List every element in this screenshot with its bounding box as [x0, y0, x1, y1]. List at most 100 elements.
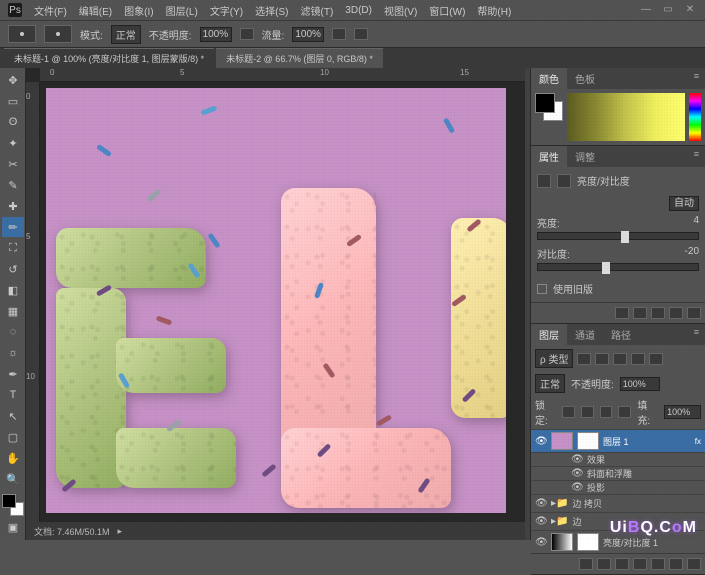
marquee-tool-icon[interactable]: ▭	[2, 91, 24, 111]
dodge-tool-icon[interactable]: ☼	[2, 343, 24, 363]
mask-icon[interactable]	[557, 174, 571, 188]
lock-pixel-icon[interactable]	[581, 406, 594, 418]
filter-adjust-icon[interactable]	[595, 353, 609, 365]
layer-name[interactable]: 边	[572, 515, 581, 528]
pressure-opacity-icon[interactable]	[240, 28, 254, 40]
tab-properties[interactable]: 属性	[531, 146, 567, 167]
menu-image[interactable]: 图象(I)	[124, 3, 153, 18]
fg-color-icon[interactable]	[2, 494, 16, 508]
hand-tool-icon[interactable]: ✋	[2, 448, 24, 468]
trash-icon[interactable]	[687, 558, 701, 570]
crop-tool-icon[interactable]: ✂	[2, 154, 24, 174]
mask-add-icon[interactable]	[615, 558, 629, 570]
menu-edit[interactable]: 编辑(E)	[79, 3, 112, 18]
group-icon[interactable]	[651, 558, 665, 570]
minimize-button[interactable]: —	[639, 2, 653, 16]
doc-tab-2[interactable]: 未标题-2 @ 66.7% (图层 0, RGB/8) *	[216, 48, 383, 68]
quickmask-icon[interactable]: ▣	[2, 517, 24, 537]
effect-bevel[interactable]: 👁斜面和浮雕	[531, 466, 705, 480]
visibility-icon[interactable]	[669, 307, 683, 319]
trash-icon[interactable]	[687, 307, 701, 319]
status-arrow-icon[interactable]: ▸	[118, 526, 123, 537]
visibility-toggle-icon[interactable]: 👁	[535, 436, 547, 447]
legacy-checkbox[interactable]	[537, 284, 547, 294]
color-swatches[interactable]	[2, 494, 24, 516]
lock-all-icon[interactable]	[618, 406, 631, 418]
close-button[interactable]: ✕	[683, 2, 697, 16]
gradient-tool-icon[interactable]: ▦	[2, 301, 24, 321]
panel-menu-icon[interactable]: ≡	[688, 324, 705, 345]
layer-name[interactable]: 亮度/对比度 1	[603, 536, 658, 549]
flow-input[interactable]: 100%	[292, 27, 324, 42]
hue-strip[interactable]	[689, 93, 701, 141]
tab-paths[interactable]: 路径	[603, 324, 639, 345]
menu-type[interactable]: 文字(Y)	[210, 3, 243, 18]
menu-file[interactable]: 文件(F)	[34, 3, 67, 18]
layer-name[interactable]: 边 拷贝	[572, 497, 602, 510]
menu-view[interactable]: 视图(V)	[384, 3, 417, 18]
filter-pixel-icon[interactable]	[577, 353, 591, 365]
zoom-tool-icon[interactable]: 🔍	[2, 469, 24, 489]
contrast-value[interactable]: -20	[685, 246, 699, 261]
shape-tool-icon[interactable]: ▢	[2, 427, 24, 447]
panel-menu-icon[interactable]: ≡	[688, 68, 705, 89]
stamp-tool-icon[interactable]: ⛶	[2, 238, 24, 258]
fx-badge[interactable]: fx	[695, 437, 701, 446]
menu-3d[interactable]: 3D(D)	[345, 5, 372, 16]
eraser-tool-icon[interactable]: ◧	[2, 280, 24, 300]
blur-tool-icon[interactable]: ◌	[2, 322, 24, 342]
blend-mode-select[interactable]: 正常	[111, 25, 141, 44]
auto-button[interactable]: 自动	[669, 196, 699, 211]
tab-adjustments[interactable]: 调整	[567, 146, 603, 167]
link-icon[interactable]	[579, 558, 593, 570]
visibility-toggle-icon[interactable]: 👁	[535, 516, 547, 527]
brightness-slider[interactable]	[537, 232, 699, 240]
opacity-input[interactable]: 100%	[200, 27, 232, 42]
clip-icon[interactable]	[615, 307, 629, 319]
pen-tool-icon[interactable]: ✒	[2, 364, 24, 384]
brush-tool-icon[interactable]: ✏	[2, 217, 24, 237]
document-canvas[interactable]	[46, 88, 506, 513]
tab-layers[interactable]: 图层	[531, 324, 567, 345]
layer-row[interactable]: 👁 ▸📁 边 拷贝	[531, 494, 705, 512]
view-prev-icon[interactable]	[633, 307, 647, 319]
tab-channels[interactable]: 通道	[567, 324, 603, 345]
heal-tool-icon[interactable]: ✚	[2, 196, 24, 216]
tool-preset-icon[interactable]	[8, 25, 36, 43]
filter-smart-icon[interactable]	[649, 353, 663, 365]
color-swatch-set[interactable]	[535, 93, 563, 141]
adjustment-add-icon[interactable]	[633, 558, 647, 570]
path-tool-icon[interactable]: ↖	[2, 406, 24, 426]
doc-tab-1[interactable]: 未标题-1 @ 100% (亮度/对比度 1, 图层蒙版/8) *	[4, 48, 214, 68]
restore-button[interactable]: ▭	[661, 2, 675, 16]
menu-filter[interactable]: 滤镜(T)	[301, 3, 334, 18]
lock-trans-icon[interactable]	[562, 406, 575, 418]
layer-blend-select[interactable]: 正常	[535, 374, 565, 393]
visibility-toggle-icon[interactable]: 👁	[535, 498, 547, 509]
panel-menu-icon[interactable]: ≡	[688, 146, 705, 167]
history-brush-icon[interactable]: ↺	[2, 259, 24, 279]
reset-icon[interactable]	[651, 307, 665, 319]
color-ramp[interactable]	[567, 93, 685, 141]
filter-type-icon[interactable]	[613, 353, 627, 365]
pressure-size-icon[interactable]	[354, 28, 368, 40]
layer-opacity-input[interactable]: 100%	[620, 377, 660, 391]
effects-label[interactable]: 👁效果	[531, 452, 705, 466]
new-layer-icon[interactable]	[669, 558, 683, 570]
type-tool-icon[interactable]: T	[2, 385, 24, 405]
filter-shape-icon[interactable]	[631, 353, 645, 365]
move-tool-icon[interactable]: ✥	[2, 70, 24, 90]
airbrush-icon[interactable]	[332, 28, 346, 40]
menu-help[interactable]: 帮助(H)	[477, 3, 511, 18]
lock-pos-icon[interactable]	[600, 406, 613, 418]
eyedropper-tool-icon[interactable]: ✎	[2, 175, 24, 195]
layer-name[interactable]: 图层 1	[603, 435, 629, 448]
brightness-value[interactable]: 4	[693, 215, 699, 230]
tab-color[interactable]: 颜色	[531, 68, 567, 89]
menu-select[interactable]: 选择(S)	[255, 3, 288, 18]
fill-input[interactable]: 100%	[664, 405, 701, 419]
fx-icon[interactable]	[597, 558, 611, 570]
wand-tool-icon[interactable]: ✦	[2, 133, 24, 153]
brush-preset-icon[interactable]	[44, 25, 72, 43]
fg-color-swatch-icon[interactable]	[535, 93, 555, 113]
